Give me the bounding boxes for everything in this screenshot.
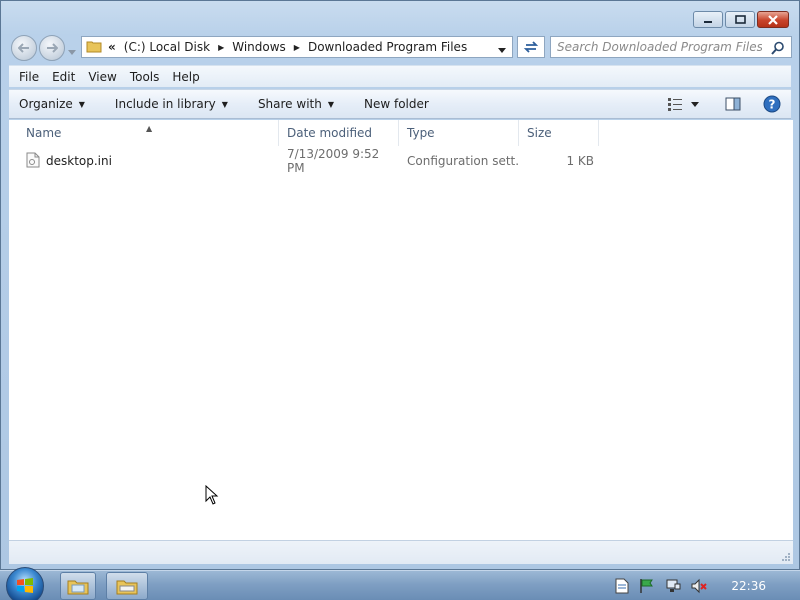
close-icon [768,14,778,25]
file-size: 1 KB [566,154,594,168]
include-in-library-button[interactable]: Include in library ▼ [115,97,228,111]
file-row[interactable]: desktop.ini 7/13/2009 9:52 PM Configurat… [9,147,594,175]
start-button[interactable] [6,567,44,600]
taskbar-explorer-window[interactable] [106,572,148,600]
breadcrumb-separator-icon[interactable]: ▶ [294,43,300,52]
forward-arrow-icon [47,43,58,53]
view-controls: ? [667,95,781,113]
sort-ascending-icon: ▲ [146,124,153,133]
back-arrow-icon [18,43,29,53]
taskbar-explorer-pinned[interactable] [60,572,96,600]
minimize-icon [704,20,712,23]
column-header-name[interactable]: ▲ Name [9,120,279,146]
chevron-down-icon [498,48,506,53]
menu-edit[interactable]: Edit [52,70,75,84]
help-icon: ? [763,95,781,113]
column-header-type[interactable]: Type [399,120,519,146]
recent-pages-dropdown[interactable] [68,44,76,58]
forward-button[interactable] [39,35,65,61]
breadcrumb-overflow[interactable]: « [108,40,116,54]
menu-bar: File Edit View Tools Help [9,65,791,87]
settings-file-icon [25,152,41,171]
menu-tools[interactable]: Tools [130,70,160,84]
volume-muted-icon[interactable] [691,578,708,594]
open-folder-window-icon [116,580,138,595]
preview-pane-button[interactable] [725,97,741,111]
network-icon[interactable] [665,578,681,594]
close-button[interactable] [757,11,789,28]
maximize-icon [734,15,746,24]
window-controls [693,11,789,28]
menu-help[interactable]: Help [172,70,199,84]
command-bar: Organize ▼ Include in library ▼ Share wi… [9,89,791,119]
file-name: desktop.ini [46,154,112,168]
mouse-cursor-icon [205,485,219,505]
column-header-size[interactable]: Size [519,120,599,146]
menu-view[interactable]: View [88,70,116,84]
back-button[interactable] [11,35,37,61]
search-input[interactable] [557,40,762,54]
file-type: Configuration sett... [407,154,519,168]
share-with-button[interactable]: Share with ▼ [258,97,334,111]
action-center-flag-icon[interactable] [639,578,655,594]
maximize-button[interactable] [725,11,755,28]
chevron-down-icon: ▼ [221,99,228,109]
details-pane [9,540,793,564]
refresh-button[interactable] [517,36,545,58]
windows-logo-icon [17,578,33,593]
chevron-down-icon [68,50,76,55]
file-list[interactable]: ▲ Name Date modified Type Size desktop.i… [9,120,793,540]
breadcrumb-local-disk[interactable]: (C:) Local Disk [124,40,210,54]
system-tray: 22:36 [605,571,800,600]
svg-text:?: ? [769,98,776,112]
folder-icon [86,39,102,56]
organize-button[interactable]: Organize ▼ [19,97,85,111]
explorer-window: « (C:) Local Disk ▶ Windows ▶ Downloaded… [0,0,800,570]
chevron-down-icon [691,101,699,107]
address-history-dropdown[interactable] [498,42,506,56]
column-headers: ▲ Name Date modified Type Size [9,120,793,146]
navigation-row: « (C:) Local Disk ▶ Windows ▶ Downloaded… [9,35,792,61]
minimize-button[interactable] [693,11,723,28]
breadcrumb-separator-icon[interactable]: ▶ [218,43,224,52]
details-view-icon [668,98,682,111]
tray-document-icon[interactable] [615,578,629,594]
refresh-icon [523,41,539,53]
search-icon[interactable] [771,41,785,58]
clock[interactable]: 22:36 [731,579,766,593]
column-header-date[interactable]: Date modified [279,120,399,146]
preview-pane-icon [725,97,741,111]
chevron-down-icon: ▼ [327,99,334,109]
help-button[interactable]: ? [763,95,781,113]
organize-label: Organize [19,97,73,111]
address-bar[interactable]: « (C:) Local Disk ▶ Windows ▶ Downloaded… [81,36,513,58]
chevron-down-icon: ▼ [78,99,85,109]
column-name-label: Name [26,126,62,140]
breadcrumb-windows[interactable]: Windows [232,40,286,54]
explorer-folder-icon [67,580,89,595]
menu-file[interactable]: File [19,70,39,84]
share-label: Share with [257,97,322,111]
breadcrumb-downloaded-program-files[interactable]: Downloaded Program Files [308,40,467,54]
search-box[interactable] [550,36,792,58]
file-date: 7/13/2009 9:52 PM [287,147,380,175]
new-folder-button[interactable]: New folder [364,97,429,111]
include-label: Include in library [114,97,216,111]
file-name-cell: desktop.ini [9,152,279,171]
change-view-button[interactable] [667,97,699,111]
resize-grip-icon[interactable] [781,552,791,562]
taskbar: 22:36 [0,567,800,600]
